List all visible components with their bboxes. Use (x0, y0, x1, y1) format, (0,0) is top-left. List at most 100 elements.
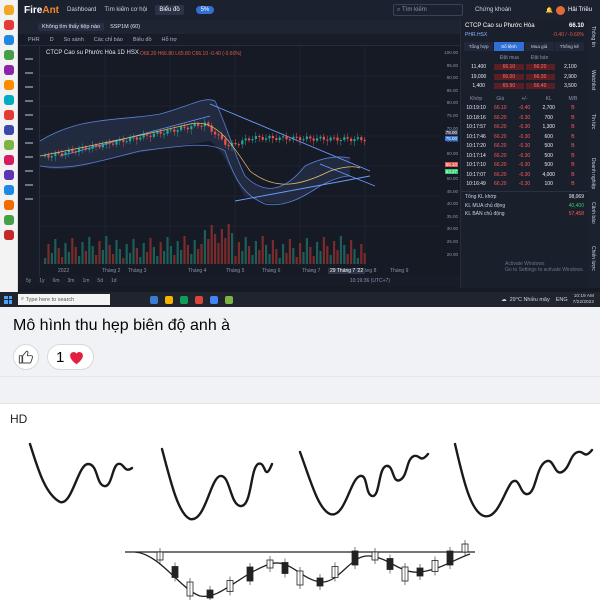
nav-dashboard[interactable]: Dashboard (67, 7, 96, 13)
range-button[interactable]: 1y (39, 278, 44, 284)
windows-start-icon[interactable] (4, 295, 12, 304)
store-icon[interactable] (210, 295, 218, 304)
browser-extension-icon[interactable] (3, 125, 14, 135)
volume-bar (251, 255, 254, 264)
browser-extension-icon[interactable] (3, 65, 14, 75)
text-tool-icon[interactable] (24, 114, 33, 116)
zalo-icon[interactable] (225, 295, 233, 304)
browser-extension-icon[interactable] (3, 5, 14, 15)
weather-widget[interactable]: ☁ 29°C Nhiều mây (501, 297, 550, 303)
side-tab[interactable]: Thông tin (590, 26, 596, 47)
measure-tool-icon[interactable] (24, 142, 33, 144)
fib-tool-icon[interactable] (24, 86, 33, 88)
tab-statistics[interactable]: Thống kê (554, 42, 584, 51)
lock-tool-icon[interactable] (24, 184, 33, 186)
order-book-row[interactable]: 11,400 66.10 66.20 2,100 (461, 63, 588, 73)
range-button[interactable]: 5d (97, 278, 103, 284)
browser-extension-icon[interactable] (3, 35, 14, 45)
price-chart[interactable] (40, 46, 440, 266)
search-input[interactable]: ⌕ Tìm kiếm (393, 4, 463, 16)
toolbar-chart-type[interactable]: Biểu đồ (133, 37, 152, 43)
volume-bars (44, 224, 366, 264)
volume-bar (316, 242, 319, 264)
price-axis[interactable]: 100.0095.0090.0085.0080.0075.0070.0065.0… (440, 46, 460, 266)
toolbar-indicators[interactable]: Các chỉ báo (94, 37, 123, 43)
warning-chip[interactable]: Không tìm thấy tiệp nào (38, 23, 105, 31)
browser-extension-icon[interactable] (3, 140, 14, 150)
candle (261, 136, 264, 140)
user-menu[interactable]: 🔔 Hải Triều (546, 5, 592, 15)
range-button[interactable]: 6m (53, 278, 60, 284)
bell-icon[interactable]: 🔔 (546, 7, 553, 14)
browser-extension-icon[interactable] (3, 155, 14, 165)
trash-tool-icon[interactable] (24, 198, 33, 200)
trade-cell: B (571, 133, 575, 140)
browser-extension-icon[interactable] (3, 95, 14, 105)
like-button[interactable] (13, 344, 39, 370)
side-tab[interactable]: Doanh nghiệp (590, 158, 596, 189)
nav-opportunity-search[interactable]: Tìm kiếm cơ hội (104, 7, 147, 13)
reaction-count-pill[interactable]: 1 (47, 344, 95, 370)
zoom-tool-icon[interactable] (24, 156, 33, 158)
browser-extension-icon[interactable] (3, 230, 14, 240)
range-button[interactable]: 3m (68, 278, 75, 284)
securities-dropdown[interactable]: Chứng khoán (475, 7, 511, 13)
price-tick: 20.00 (446, 251, 458, 257)
browser-extension-icon[interactable] (3, 80, 14, 90)
candle (268, 135, 271, 139)
symbol-input[interactable]: PHR (28, 37, 40, 43)
tab-price-levels[interactable]: Mua giá (524, 42, 554, 51)
edge-icon[interactable] (180, 295, 188, 304)
volume-bar (190, 254, 193, 264)
volume-bar (292, 248, 295, 264)
browser-extension-icon[interactable] (3, 215, 14, 225)
volume-bar (220, 229, 223, 264)
crosshair-tool-icon[interactable] (24, 58, 33, 60)
side-tab[interactable]: Chiến lược (590, 246, 596, 271)
magnet-tool-icon[interactable] (24, 170, 33, 172)
order-book-row[interactable]: 1,400 65.90 66.40 3,500 (461, 82, 588, 92)
file-explorer-icon[interactable] (165, 295, 173, 304)
trade-cell: B (571, 105, 575, 112)
range-button[interactable]: 1d (111, 278, 117, 284)
time-axis[interactable]: 2022 Tháng 2 Tháng 3 Tháng 4 Tháng 5 Tháng 6 T… (40, 266, 460, 276)
taskbar-clock[interactable]: 10:19 AM 7/22/2022 (573, 294, 594, 306)
toolbar-support[interactable]: Hỗ trợ (162, 37, 178, 43)
candle (295, 136, 298, 138)
volume-bar (329, 255, 332, 264)
total-volume: Tổng KL khớp 98,069 (461, 191, 588, 202)
taskbar-search-input[interactable]: ⌕ Type here to search (18, 294, 110, 305)
toolbar-interval[interactable]: D (50, 37, 54, 43)
volume-bar (57, 248, 60, 264)
candle (319, 136, 322, 139)
candle (146, 134, 149, 136)
side-tab[interactable]: Watchlist (590, 70, 596, 90)
volume-bar (336, 250, 339, 264)
browser-extension-icon[interactable] (3, 50, 14, 60)
order-book-row[interactable]: 19,000 66.00 66.30 2,900 (461, 72, 588, 82)
tab-summary[interactable]: Tổng hợp (464, 42, 494, 51)
price-tick: 25.00 (446, 239, 458, 244)
trades-header: Khớp Giá +/- KL M/B (470, 95, 578, 102)
range-button[interactable]: 1m (82, 278, 89, 284)
browser-extension-icon[interactable] (3, 20, 14, 30)
tab-chip[interactable]: SSP1M (60) (110, 24, 140, 30)
side-tab[interactable]: Tin tức (590, 114, 596, 129)
task-view-icon[interactable] (150, 295, 158, 304)
browser-extension-icon[interactable] (3, 200, 14, 210)
pattern-tool-icon[interactable] (24, 128, 33, 130)
toolbar-compare[interactable]: So sánh (64, 37, 84, 43)
brush-tool-icon[interactable] (24, 100, 33, 102)
trendline-tool-icon[interactable] (24, 72, 33, 74)
browser-extension-icon[interactable] (3, 185, 14, 195)
user-name: Hải Triều (567, 7, 592, 13)
side-tab[interactable]: Cảnh báo (590, 202, 596, 224)
language-indicator[interactable]: ENG (556, 297, 568, 303)
tab-order-book[interactable]: Sổ lệnh (494, 42, 524, 51)
nav-chart[interactable]: Biểu đồ (155, 5, 184, 15)
browser-extension-icon[interactable] (3, 110, 14, 120)
nav-pill-badge[interactable]: 5% (195, 6, 215, 14)
range-button[interactable]: 5y (26, 278, 31, 284)
browser-extension-icon[interactable] (3, 170, 14, 180)
chrome-icon[interactable] (195, 295, 203, 304)
